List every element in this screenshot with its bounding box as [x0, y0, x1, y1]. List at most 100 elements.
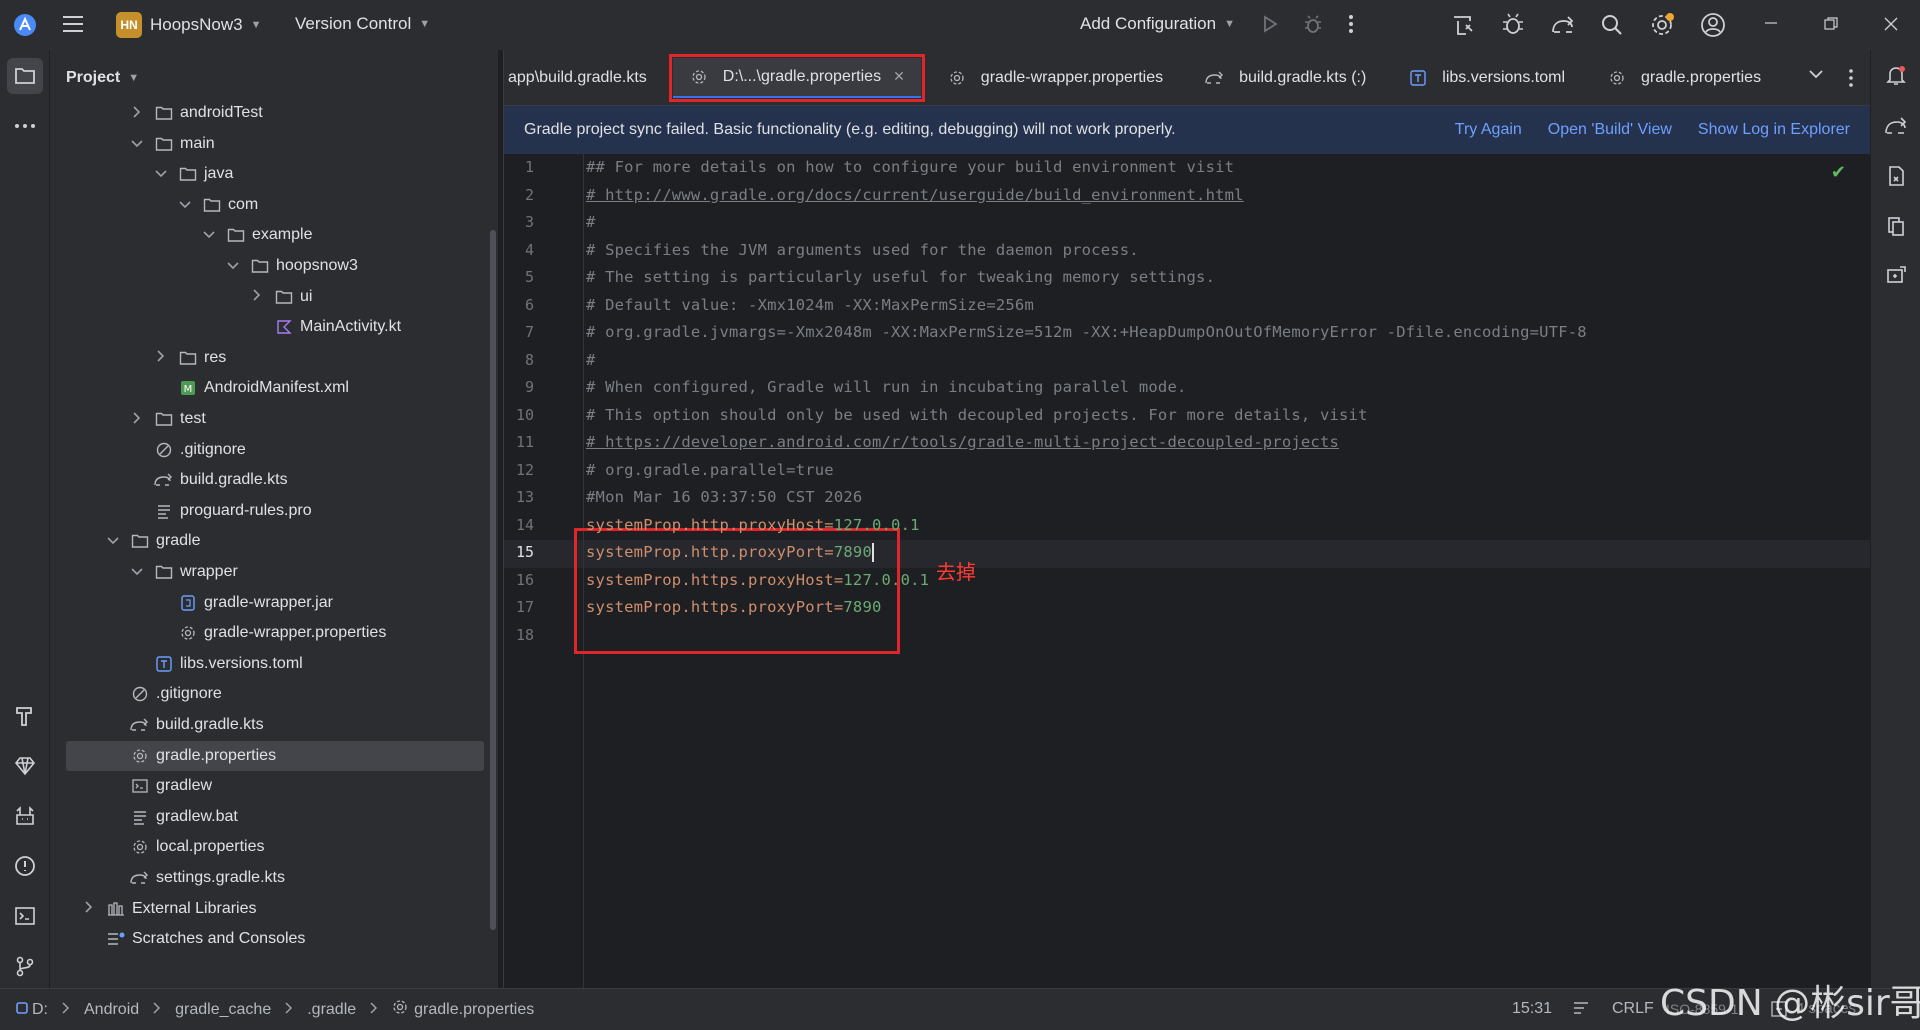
breadcrumb-item[interactable]: gradle.properties — [414, 1001, 534, 1019]
breadcrumb-item[interactable]: D: — [32, 1001, 48, 1019]
project-switcher[interactable]: HN HoopsNow3 ▼ — [116, 12, 262, 38]
tree-row[interactable]: example — [66, 220, 484, 250]
chevron-down-icon[interactable] — [130, 137, 144, 151]
editor-tab[interactable]: libs.versions.toml — [1392, 58, 1581, 98]
gradle-tool-button[interactable] — [1878, 108, 1914, 144]
chevron-right-icon[interactable] — [130, 105, 144, 121]
comment-text: # Specifies the JVM arguments used for t… — [586, 240, 1139, 259]
show-log-link[interactable]: Show Log in Explorer — [1698, 121, 1850, 139]
tree-row[interactable]: com — [66, 190, 484, 220]
chevron-right-icon[interactable] — [130, 411, 144, 427]
editor-tab[interactable]: app\build.gradle.kts — [504, 58, 663, 98]
tree-row[interactable]: gradle-wrapper.jar — [66, 588, 484, 618]
minimize-icon[interactable] — [1764, 16, 1778, 30]
restore-icon[interactable] — [1824, 17, 1838, 31]
tree-row[interactable]: res — [66, 343, 484, 373]
tree-row[interactable]: androidTest — [66, 98, 484, 128]
project-tool-button[interactable] — [7, 58, 43, 94]
resource-manager-button[interactable] — [7, 748, 43, 784]
tree-row[interactable]: settings.gradle.kts — [66, 863, 484, 893]
more-tool-windows-button[interactable] — [7, 108, 43, 144]
tree-row[interactable]: test — [66, 404, 484, 434]
editor-tab[interactable]: gradle.properties — [1591, 58, 1777, 98]
code-line: #Mon Mar 16 03:37:50 CST 2026 — [586, 488, 862, 506]
open-build-view-link[interactable]: Open 'Build' View — [1548, 121, 1672, 139]
ignore-icon — [130, 685, 150, 703]
editor-tab[interactable]: build.gradle.kts (:) — [1189, 58, 1382, 98]
chevron-down-icon[interactable] — [130, 565, 144, 579]
chevron-down-icon[interactable] — [154, 167, 168, 181]
account-icon[interactable] — [1700, 12, 1726, 38]
search-icon[interactable] — [1600, 13, 1624, 37]
chevron-right-icon[interactable] — [154, 350, 168, 365]
settings-gear-icon[interactable] — [1649, 12, 1675, 38]
tree-row[interactable]: .gitignore — [66, 435, 484, 465]
tree-row[interactable]: Scratches and Consoles — [66, 924, 484, 954]
close-window-icon[interactable] — [1884, 17, 1898, 31]
project-tree-scrollbar[interactable] — [490, 230, 496, 930]
problems-tool-button[interactable] — [7, 848, 43, 884]
chevron-down-icon[interactable] — [106, 534, 120, 548]
device-manager-icon[interactable] — [1450, 12, 1476, 38]
tree-row[interactable]: build.gradle.kts — [66, 710, 484, 740]
chevron-down-icon[interactable] — [226, 259, 240, 273]
running-devices-button[interactable] — [1878, 208, 1914, 244]
toml-icon — [154, 655, 174, 673]
tree-row[interactable]: local.properties — [66, 832, 484, 862]
version-control-menu[interactable]: Version Control ▼ — [295, 14, 430, 34]
gradle-sync-icon[interactable] — [1550, 12, 1576, 38]
tree-row[interactable]: .gitignore — [66, 679, 484, 709]
tree-row[interactable]: gradle.properties — [66, 740, 484, 771]
tree-row[interactable]: ui — [66, 282, 484, 312]
editor-tab[interactable]: gradle-wrapper.properties — [931, 58, 1179, 98]
tab-more-icon[interactable] — [1848, 68, 1854, 88]
more-actions-icon[interactable] — [1348, 13, 1354, 35]
run-icon[interactable] — [1260, 14, 1280, 34]
close-tab-icon[interactable]: ✕ — [893, 68, 905, 85]
chevron-right-icon[interactable] — [82, 901, 96, 916]
tree-row[interactable]: wrapper — [66, 557, 484, 587]
main-menu-icon[interactable] — [62, 14, 84, 34]
device-file-explorer-button[interactable] — [1878, 158, 1914, 194]
tab-list-chevron-icon[interactable] — [1808, 68, 1824, 80]
run-configuration-dropdown[interactable]: Add Configuration ▼ — [1080, 14, 1235, 34]
breadcrumb-item[interactable]: Android — [84, 1001, 139, 1019]
chevron-right-icon[interactable] — [250, 289, 264, 304]
tree-row[interactable]: build.gradle.kts — [66, 465, 484, 495]
tree-row[interactable]: MainActivity.kt — [66, 312, 484, 342]
tree-row[interactable]: gradlew — [66, 771, 484, 801]
tree-row[interactable]: hoopsnow3 — [66, 251, 484, 281]
tree-row[interactable]: gradle — [66, 526, 484, 556]
code-editor[interactable]: ✔ 去掉 1 ## For more details on how to conf… — [504, 154, 1870, 988]
tree-row[interactable]: libs.versions.toml — [66, 649, 484, 679]
comment-url[interactable]: # http://www.gradle.org/docs/current/use… — [586, 186, 1244, 204]
tree-row[interactable]: proguard-rules.pro — [66, 496, 484, 526]
try-again-link[interactable]: Try Again — [1455, 121, 1522, 139]
tree-row[interactable]: java — [66, 159, 484, 189]
comment-text: # The setting is particularly useful for… — [586, 268, 1216, 286]
tree-row[interactable]: M AndroidManifest.xml — [66, 373, 484, 403]
tree-row[interactable]: gradle-wrapper.properties — [66, 618, 484, 648]
emulator-button[interactable] — [1878, 258, 1914, 294]
terminal-tool-button[interactable] — [7, 898, 43, 934]
line-separator[interactable]: CRLF — [1612, 1000, 1654, 1018]
build-tool-button[interactable] — [7, 698, 43, 734]
logcat-tool-button[interactable] — [7, 798, 43, 834]
tree-row[interactable]: gradlew.bat — [66, 802, 484, 832]
caret-position[interactable]: 15:31 — [1512, 1000, 1552, 1018]
chevron-down-icon[interactable] — [202, 228, 216, 242]
breadcrumb-item[interactable]: .gradle — [307, 1001, 356, 1019]
breadcrumb-item[interactable]: gradle_cache — [175, 1001, 271, 1019]
property-value: 127.0.0.1 — [833, 515, 920, 534]
terminal-icon — [130, 777, 150, 795]
chevron-down-icon[interactable] — [178, 198, 192, 212]
debug-icon[interactable] — [1302, 13, 1324, 35]
tab-active-gradle-properties[interactable]: D:\...\gradle.properties ✕ — [668, 53, 925, 102]
tree-row[interactable]: main — [66, 129, 484, 159]
version-control-tool-button[interactable] — [7, 948, 43, 984]
comment-url[interactable]: # https://developer.android.com/r/tools/… — [586, 433, 1339, 451]
notifications-button[interactable] — [1878, 58, 1914, 94]
tree-row[interactable]: External Libraries — [66, 894, 484, 924]
app-inspection-icon[interactable] — [1500, 12, 1526, 38]
line-number: 11 — [515, 433, 534, 451]
